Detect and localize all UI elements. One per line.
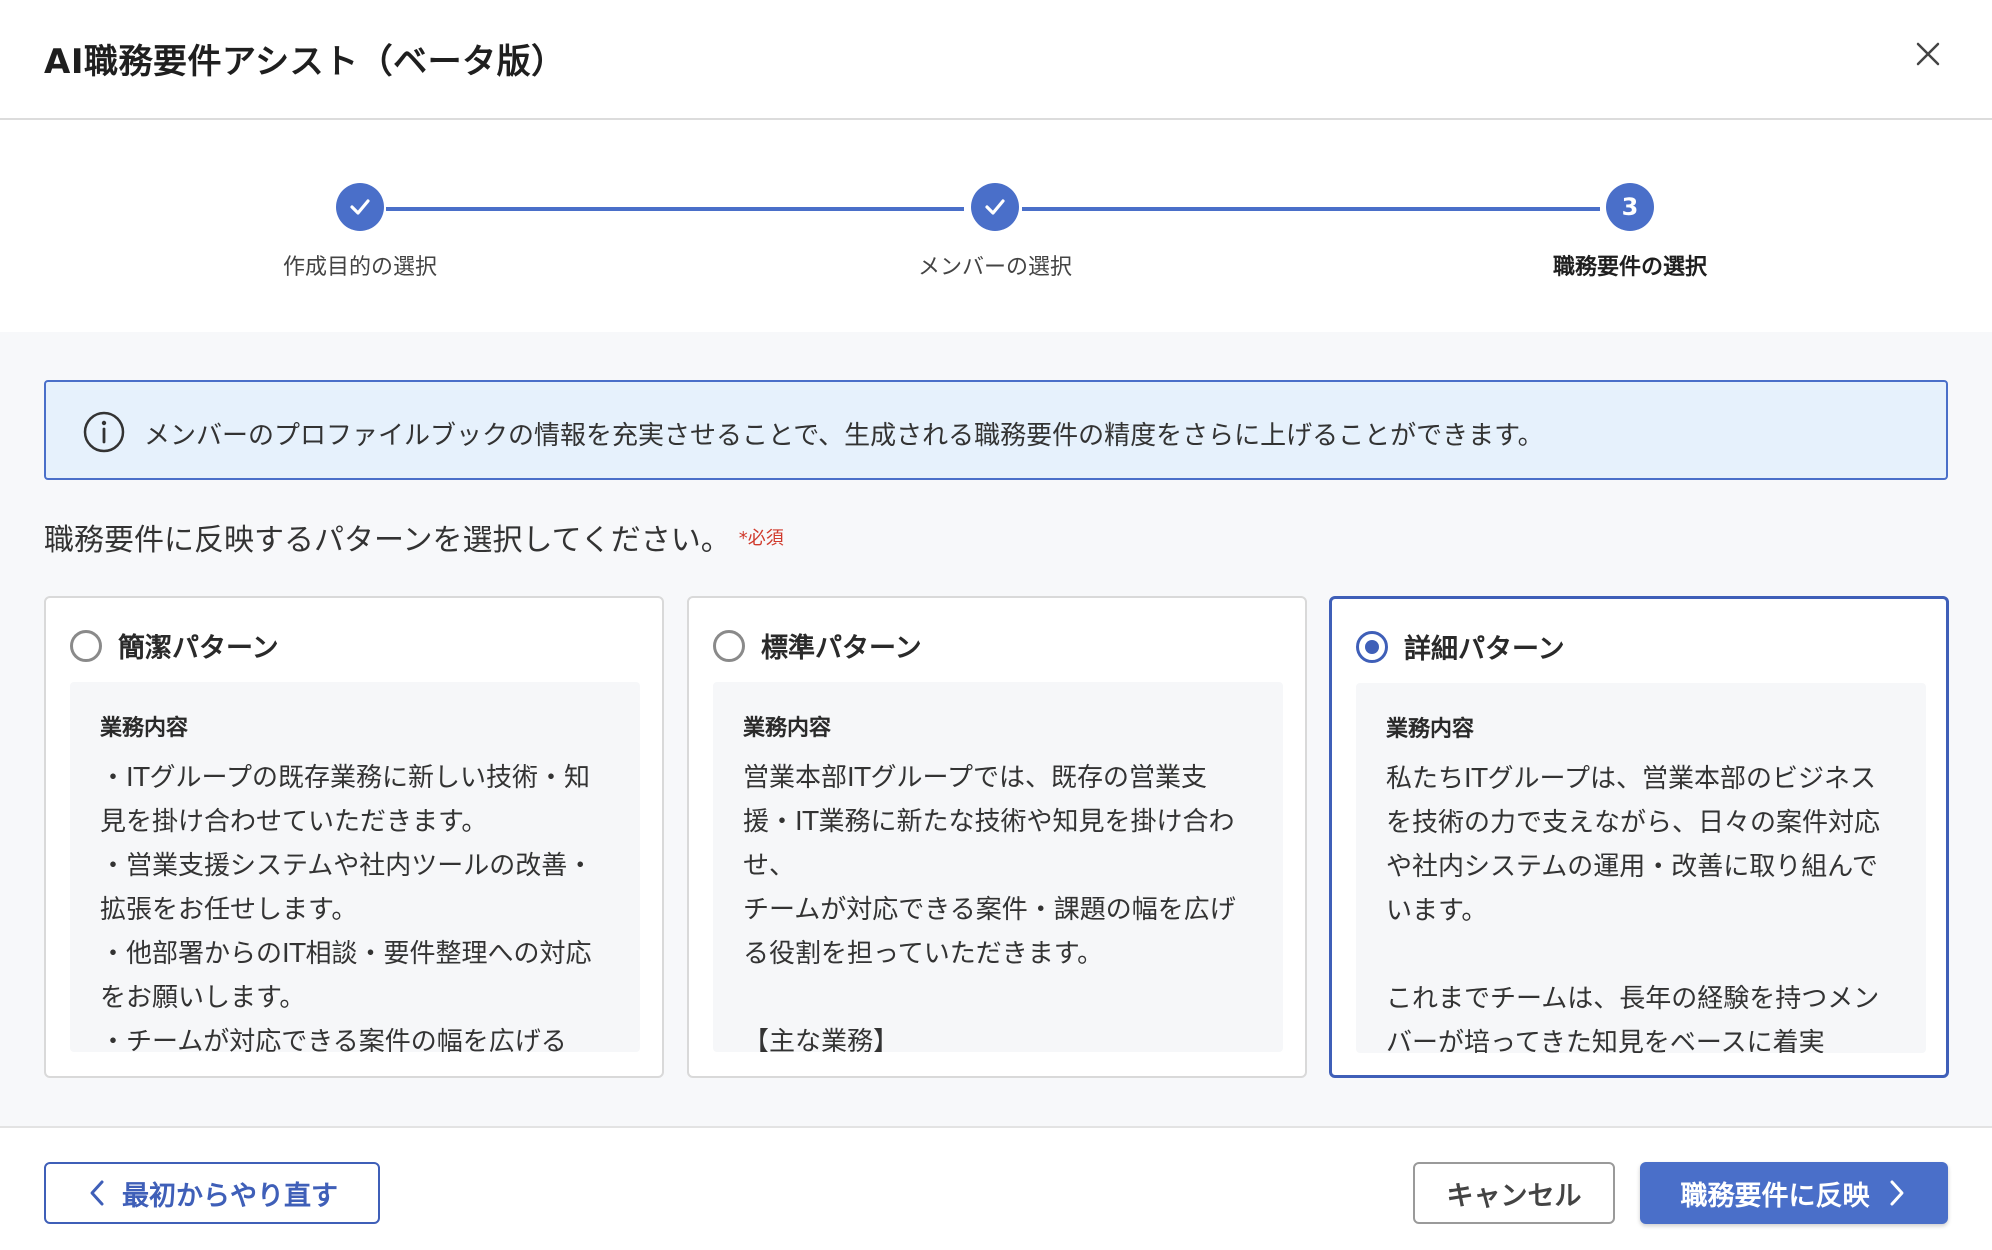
- info-banner: メンバーのプロファイルブックの情報を充実させることで、生成される職務要件の精度を…: [44, 380, 1948, 480]
- pattern-card-detailed[interactable]: 詳細パターン 業務内容 私たちITグループは、営業本部のビジネスを技術の力で支え…: [1329, 596, 1949, 1078]
- card-title: 詳細パターン: [1404, 634, 1565, 665]
- card-preview[interactable]: 業務内容 営業本部ITグループでは、既存の営業支援・IT業務に新たな技術や知見を…: [713, 682, 1283, 1052]
- dialog-title: AI職務要件アシスト（ベータ版）: [44, 42, 566, 82]
- card-header: 詳細パターン: [1356, 627, 1565, 666]
- preview-heading: 業務内容: [1386, 717, 1475, 742]
- apply-label: 職務要件に反映: [1680, 1180, 1870, 1212]
- question-text: 職務要件に反映するパターンを選択してください。: [44, 523, 731, 558]
- preview-text: 営業本部ITグループでは、既存の営業支援・IT業務に新たな技術や知見を掛け合わせ…: [743, 763, 1236, 1052]
- radio-standard[interactable]: [713, 629, 745, 662]
- info-text: メンバーのプロファイルブックの情報を充実させることで、生成される職務要件の精度を…: [144, 421, 1544, 451]
- restart-label: 最初からやり直す: [122, 1180, 338, 1212]
- pattern-card-standard[interactable]: 標準パターン 業務内容 営業本部ITグループでは、既存の営業支援・IT業務に新た…: [687, 596, 1307, 1078]
- radio-detailed[interactable]: [1356, 630, 1388, 663]
- card-preview[interactable]: 業務内容 私たちITグループは、営業本部のビジネスを技術の力で支えながら、日々の…: [1356, 683, 1926, 1053]
- step-circle-done: [336, 183, 384, 231]
- radio-concise[interactable]: [70, 629, 102, 662]
- info-icon: [83, 411, 125, 453]
- dialog-header: AI職務要件アシスト（ベータ版）: [0, 0, 1992, 120]
- card-preview[interactable]: 業務内容 ・ITグループの既存業務に新しい技術・知見を掛け合わせていただきます。…: [70, 682, 640, 1052]
- card-header: 簡潔パターン: [70, 626, 279, 665]
- card-title: 簡潔パターン: [118, 633, 279, 664]
- close-icon: [1916, 42, 1940, 66]
- close-button[interactable]: [1910, 36, 1946, 72]
- apply-button[interactable]: 職務要件に反映: [1640, 1162, 1948, 1224]
- step-3: 3 職務要件の選択: [1480, 183, 1780, 281]
- required-mark: *必須: [738, 528, 784, 549]
- preview-text: 私たちITグループは、営業本部のビジネスを技術の力で支えながら、日々の案件対応や…: [1386, 764, 1881, 1053]
- progress-stepper: 作成目的の選択 メンバーの選択 3 職務要件の選択: [0, 120, 1992, 332]
- restart-button[interactable]: 最初からやり直す: [44, 1162, 380, 1224]
- question-label: 職務要件に反映するパターンを選択してください。 *必須: [44, 515, 784, 559]
- dialog-content: メンバーのプロファイルブックの情報を充実させることで、生成される職務要件の精度を…: [0, 332, 1992, 1126]
- step-circle-current: 3: [1606, 183, 1654, 231]
- cancel-button[interactable]: キャンセル: [1413, 1162, 1615, 1224]
- card-header: 標準パターン: [713, 626, 922, 665]
- preview-heading: 業務内容: [100, 716, 189, 741]
- chevron-left-icon: [90, 1180, 104, 1206]
- preview-text: ・ITグループの既存業務に新しい技術・知見を掛け合わせていただきます。 ・営業支…: [100, 763, 594, 1052]
- preview-heading: 業務内容: [743, 716, 832, 741]
- step-label: 作成目的の選択: [282, 255, 437, 280]
- pattern-card-concise[interactable]: 簡潔パターン 業務内容 ・ITグループの既存業務に新しい技術・知見を掛け合わせて…: [44, 596, 664, 1078]
- step-circle-done: [971, 183, 1019, 231]
- step-1: 作成目的の選択: [210, 183, 510, 281]
- check-icon: [985, 199, 1005, 215]
- dialog-footer: 最初からやり直す キャンセル 職務要件に反映: [0, 1126, 1992, 1250]
- card-title: 標準パターン: [761, 633, 922, 664]
- step-2: メンバーの選択: [845, 183, 1145, 281]
- chevron-right-icon: [1890, 1180, 1903, 1206]
- check-icon: [350, 199, 370, 215]
- cancel-label: キャンセル: [1446, 1180, 1582, 1212]
- step-label: メンバーの選択: [917, 255, 1072, 280]
- step-label-current: 職務要件の選択: [1552, 255, 1707, 280]
